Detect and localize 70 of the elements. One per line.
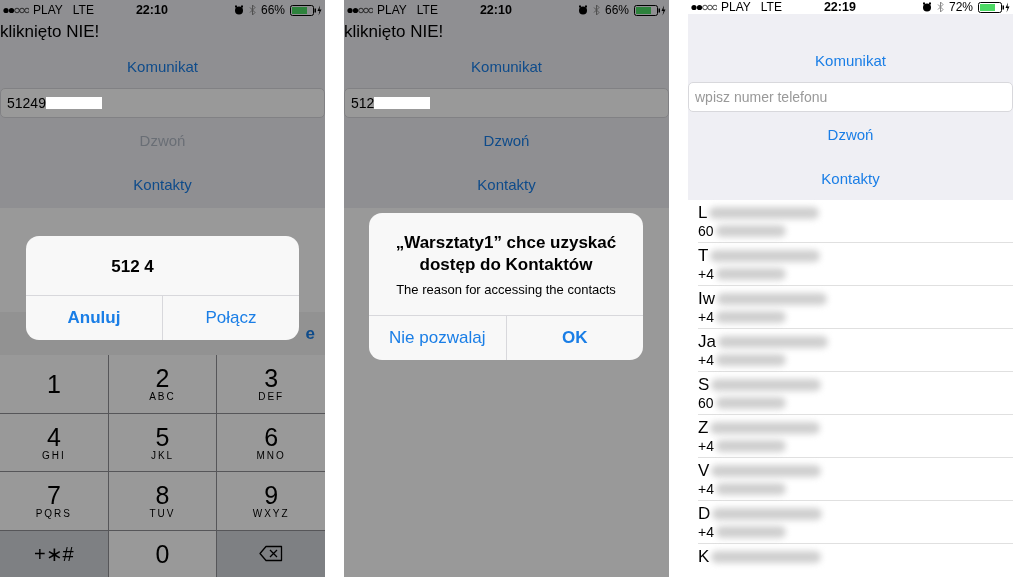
- keypad-key[interactable]: 1: [0, 355, 108, 413]
- clock-time: 22:10: [135, 3, 168, 17]
- keypad-key[interactable]: 7 PQRS: [0, 472, 108, 530]
- blurred-redaction: [715, 526, 786, 538]
- clock-time: 22:10: [479, 3, 512, 17]
- contact-row[interactable]: T +4: [698, 243, 1013, 286]
- contact-row[interactable]: Iw +4: [698, 286, 1013, 329]
- battery-percent: 72%: [948, 0, 973, 14]
- backspace-key[interactable]: [217, 530, 325, 577]
- carrier-name: PLAY: [377, 3, 407, 17]
- alert-message: The reason for accessing the contacts: [395, 282, 617, 297]
- keypad-key[interactable]: 3 DEF: [217, 355, 325, 413]
- alert-button[interactable]: OK: [505, 316, 643, 360]
- battery-charging-icon: [978, 1, 1010, 13]
- redaction-block: [374, 97, 431, 109]
- backspace-icon: [259, 545, 284, 563]
- blurred-redaction: [715, 268, 786, 280]
- phone-number-field[interactable]: 512: [344, 88, 669, 118]
- battery-charging-icon: [634, 4, 666, 16]
- alarm-clock-icon: [577, 5, 588, 15]
- alert-title: „Warsztaty1” chce uzyskać dostęp do Kontaktów: [394, 232, 618, 276]
- alarm-clock-icon: [921, 2, 932, 12]
- alarm-clock-icon: [233, 5, 244, 15]
- keypad-key[interactable]: 9 WXYZ: [217, 472, 325, 530]
- signal-icon: [691, 3, 717, 11]
- bluetooth-icon: [248, 4, 256, 16]
- redaction-block: [45, 97, 102, 109]
- blurred-redaction: [715, 354, 786, 366]
- keypad-key[interactable]: 2 ABC: [108, 355, 217, 413]
- alert-button[interactable]: Połącz: [162, 296, 299, 340]
- komunikat-button[interactable]: Komunikat: [811, 49, 890, 71]
- battery-charging-icon: [290, 4, 322, 16]
- blurred-redaction: [715, 397, 786, 409]
- contact-row[interactable]: K: [698, 544, 1013, 577]
- keypad-key[interactable]: +∗#: [0, 530, 108, 577]
- bluetooth-icon: [936, 1, 944, 13]
- call-button[interactable]: Dzwoń: [823, 123, 878, 145]
- status-message: kliknięto NIE!: [344, 22, 444, 42]
- keypad-key[interactable]: 6 MNO: [217, 413, 325, 471]
- keypad-key[interactable]: 5 JKL: [108, 413, 217, 471]
- carrier-name: PLAY: [721, 0, 751, 14]
- contact-row[interactable]: S 60: [698, 372, 1013, 415]
- contact-row[interactable]: Z +4: [698, 415, 1013, 458]
- keypad-key[interactable]: 4 GHI: [0, 413, 108, 471]
- keypad-key[interactable]: 8 TUV: [108, 472, 217, 530]
- phone-number-field[interactable]: 51249: [0, 88, 325, 118]
- network-type: LTE: [760, 0, 782, 14]
- alert-button[interactable]: Anuluj: [26, 296, 162, 340]
- contact-row[interactable]: Ja +4: [698, 329, 1013, 372]
- battery-percent: 66%: [260, 3, 285, 17]
- signal-icon: [3, 6, 29, 14]
- carrier-name: PLAY: [33, 3, 63, 17]
- battery-percent: 66%: [604, 3, 629, 17]
- alert-title: 512 4: [111, 256, 154, 278]
- alert-button[interactable]: Nie pozwalaj: [369, 316, 506, 360]
- keypad-key[interactable]: 0: [108, 530, 217, 577]
- blurred-redaction: [715, 311, 786, 323]
- bluetooth-icon: [592, 4, 600, 16]
- status-message: kliknięto NIE!: [0, 22, 100, 42]
- signal-icon: [347, 6, 373, 14]
- contacts-button[interactable]: Kontakty: [817, 167, 884, 189]
- contact-row[interactable]: D +4: [698, 501, 1013, 544]
- blurred-redaction: [715, 483, 786, 495]
- network-type: LTE: [72, 3, 94, 17]
- clock-time: 22:19: [823, 0, 856, 14]
- network-type: LTE: [416, 3, 438, 17]
- blurred-redaction: [715, 225, 786, 237]
- contact-row[interactable]: V +4: [698, 458, 1013, 501]
- blurred-redaction: [715, 440, 786, 452]
- contact-row[interactable]: L 60: [698, 200, 1013, 243]
